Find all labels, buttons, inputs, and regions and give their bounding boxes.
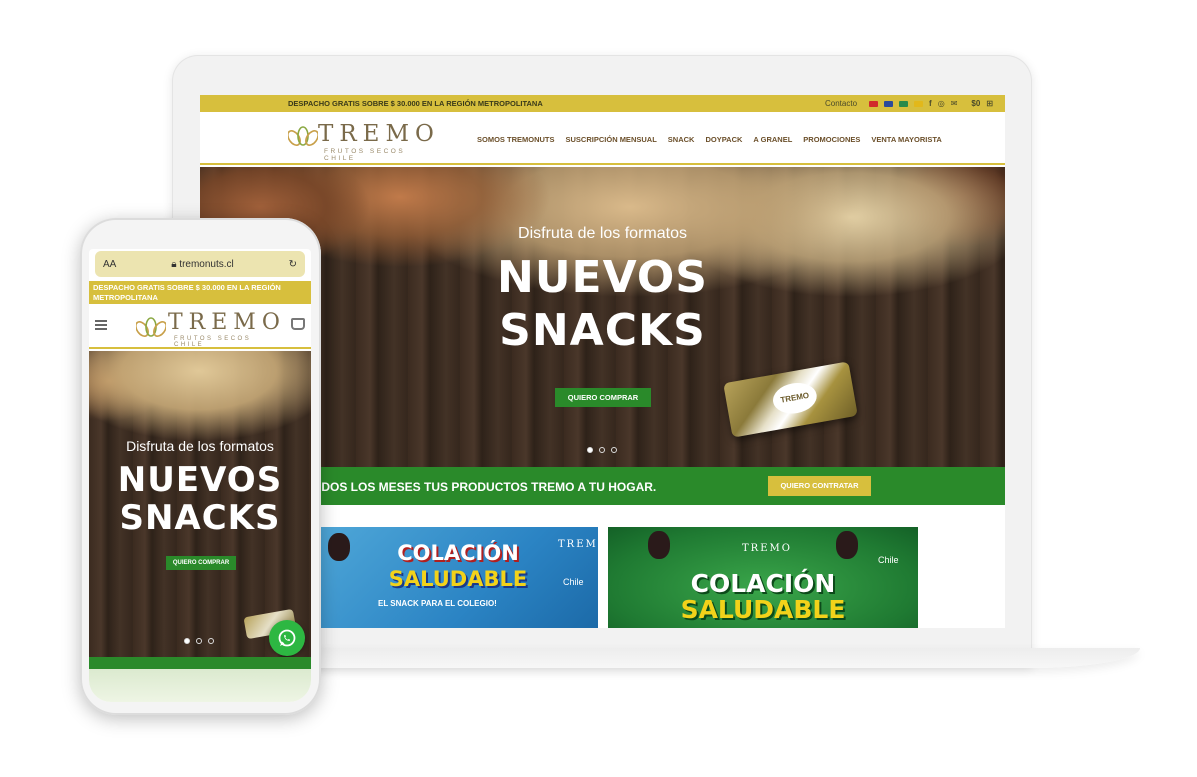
snack-product-image: TREMO	[723, 361, 858, 438]
mobile-slider-dots	[184, 638, 214, 644]
topbar-utilities: Contacto f ◎ ✉ $0 ⊞	[825, 99, 993, 108]
mobile-hero: Disfruta de los formatos NUEVOS SNACKS Q…	[89, 351, 311, 664]
mobile-hero-title-line2: SNACKS	[119, 498, 281, 538]
promo-title-line2: SALUDABLE	[388, 567, 528, 591]
mobile-hero-subtitle: Disfruta de los formatos	[126, 438, 274, 454]
top-announcement-bar: DESPACHO GRATIS SOBRE $ 30.000 EN LA REG…	[200, 95, 1005, 112]
promo-brand: TREMO	[558, 539, 598, 550]
menu-item-a-granel[interactable]: A GRANEL	[753, 135, 792, 144]
leaf-logo-icon	[288, 126, 318, 146]
menu-item-snack[interactable]: SNACK	[668, 135, 695, 144]
quiero-comprar-button[interactable]: QUIERO COMPRAR	[555, 388, 651, 407]
logo-tagline: FRUTOS SECOS CHILE	[174, 336, 252, 348]
quiero-contratar-button[interactable]: QUIERO CONTRATAR	[768, 476, 871, 496]
cart-icon[interactable]: ⊞	[986, 99, 993, 108]
menu-item-venta-mayorista[interactable]: VENTA MAYORISTA	[871, 135, 941, 144]
lock-icon: 🔒︎	[171, 258, 177, 270]
promo-country: Chile	[563, 577, 584, 587]
promo-banner-colacion-blue[interactable]: COLACIÓN SALUDABLE EL SNACK PARA EL COLE…	[318, 527, 598, 628]
url-display[interactable]: 🔒︎ tremonuts.cl	[171, 259, 234, 270]
mobile-hero-title-line1: NUEVOS	[117, 460, 283, 500]
promo-title-line1: COLACIÓN	[690, 569, 836, 598]
mockup-stage: DESPACHO GRATIS SOBRE $ 30.000 EN LA REG…	[0, 0, 1197, 777]
hero-subtitle: Disfruta de los formatos	[518, 225, 687, 242]
logo-tagline: FRUTOS SECOS CHILE	[324, 148, 406, 162]
whatsapp-icon	[278, 629, 296, 647]
flag-icon-portugal[interactable]	[899, 100, 909, 107]
instagram-icon[interactable]: ◎	[938, 99, 945, 108]
mobile-announcement-bar: DESPACHO GRATIS SOBRE $ 30.000 EN LA REG…	[89, 281, 311, 304]
whatsapp-button[interactable]	[269, 620, 305, 656]
text-size-button[interactable]: AA	[103, 259, 116, 270]
cart-total[interactable]: $0	[971, 99, 980, 108]
flag-icon-spain[interactable]	[914, 100, 924, 107]
browser-url-bar[interactable]: AA 🔒︎ tremonuts.cl ↻	[95, 251, 305, 277]
mobile-green-strip	[89, 657, 311, 669]
snack-label: TREMO	[770, 379, 820, 417]
site-logo[interactable]: TREMO FRUTOS SECOS CHILE	[288, 121, 434, 162]
slider-dot[interactable]	[208, 638, 214, 644]
mobile-header: TREMO FRUTOS SECOS CHILE	[89, 304, 311, 349]
menu-item-promociones[interactable]: PROMOCIONES	[803, 135, 860, 144]
mobile-logo[interactable]: TREMO FRUTOS SECOS CHILE	[136, 310, 280, 348]
email-icon[interactable]: ✉	[951, 99, 958, 108]
facebook-icon[interactable]: f	[929, 99, 932, 108]
menu-item-suscripcion-mensual[interactable]: SUSCRIPCIÓN MENSUAL	[566, 135, 657, 144]
shipping-text: DESPACHO GRATIS SOBRE $ 30.000 EN LA REG…	[288, 99, 543, 108]
subscription-text: ODOS LOS MESES TUS PRODUCTOS TREMO A TU …	[312, 480, 657, 494]
logo-brand-text: TREMO	[168, 310, 286, 335]
basket-icon[interactable]	[291, 318, 305, 330]
main-navigation: TREMO FRUTOS SECOS CHILE SOMOS TREMONUTS…	[200, 112, 1005, 165]
slider-dot[interactable]	[599, 447, 605, 453]
slider-dot[interactable]	[611, 447, 617, 453]
menu-item-somos-tremonuts[interactable]: SOMOS TREMONUTS	[477, 135, 555, 144]
logo-brand-text: TREMO	[318, 121, 440, 147]
slider-dots	[587, 447, 617, 453]
promo-country: Chile	[878, 555, 899, 565]
slider-dot[interactable]	[184, 638, 190, 644]
flag-icon-uk[interactable]	[884, 100, 894, 107]
raisin-graphic	[648, 531, 670, 559]
mobile-screen: AA 🔒︎ tremonuts.cl ↻ DESPACHO GRATIS SOB…	[89, 249, 311, 702]
mobile-quiero-comprar-button[interactable]: QUIERO COMPRAR	[166, 556, 236, 570]
promo-title-line1: COLACIÓN	[397, 541, 519, 565]
url-text: tremonuts.cl	[179, 258, 234, 270]
contact-link[interactable]: Contacto	[825, 99, 857, 108]
promo-brand: TREMO	[742, 543, 792, 554]
slider-dot[interactable]	[587, 447, 593, 453]
flag-icon-china[interactable]	[869, 100, 879, 107]
promo-banner-colacion-green[interactable]: TREMO Chile COLACIÓN SALUDABLE	[608, 527, 918, 628]
raisin-graphic	[836, 531, 858, 559]
promo-title-line2: SALUDABLE	[680, 595, 846, 624]
mobile-bottom-area	[89, 669, 311, 702]
primary-menu: SOMOS TREMONUTS SUSCRIPCIÓN MENSUAL SNAC…	[477, 135, 942, 144]
menu-item-doypack[interactable]: DOYPACK	[705, 135, 742, 144]
leaf-logo-icon	[136, 317, 166, 337]
slider-dot[interactable]	[196, 638, 202, 644]
promo-subtitle: EL SNACK PARA EL COLEGIO!	[378, 599, 497, 608]
reload-icon[interactable]: ↻	[289, 259, 297, 270]
mobile-hero-title: NUEVOS SNACKS	[89, 461, 311, 537]
hamburger-menu-icon[interactable]	[95, 320, 107, 330]
